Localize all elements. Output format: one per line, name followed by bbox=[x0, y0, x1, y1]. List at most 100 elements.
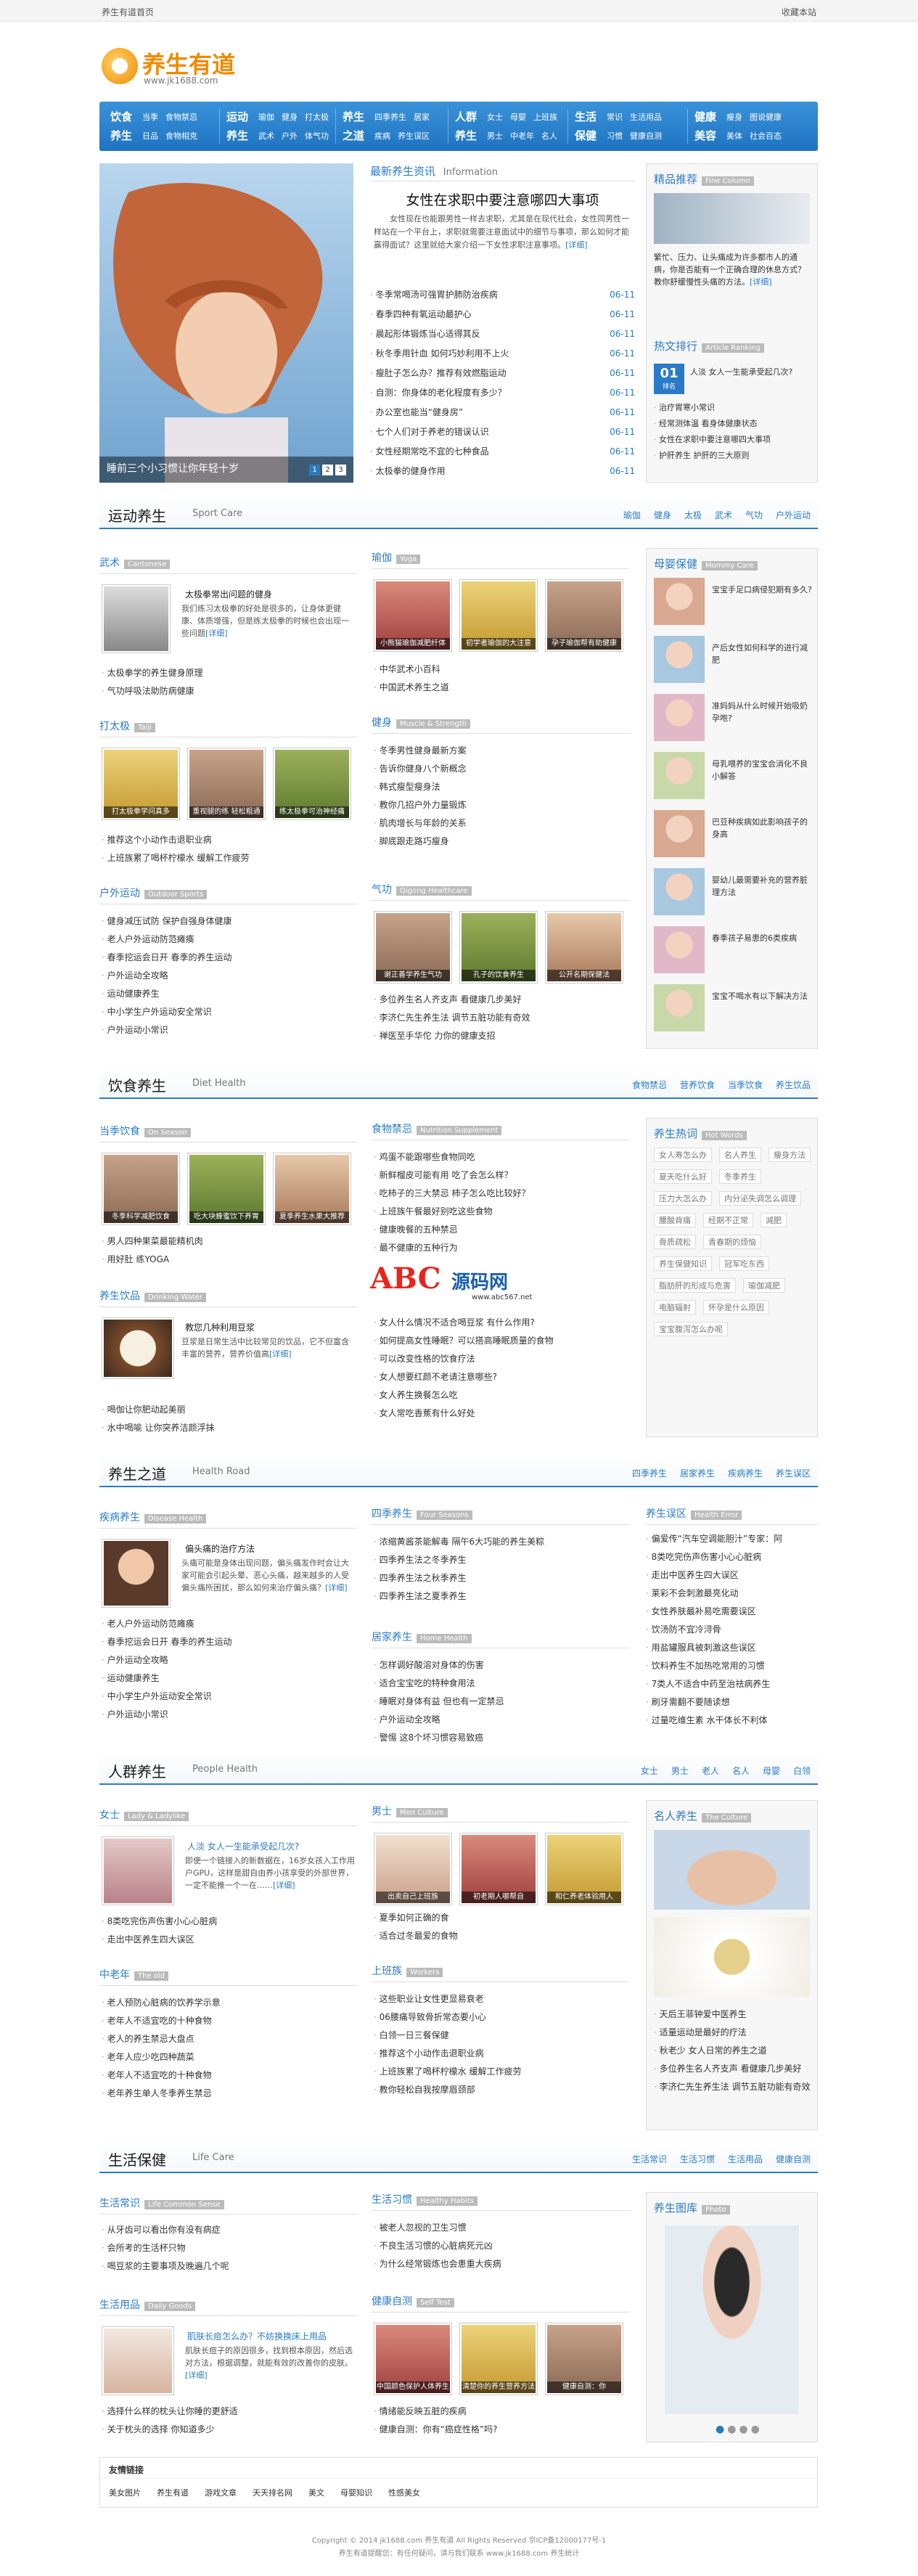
taboo-item[interactable]: 女人想要红颜不老请注意哪些? bbox=[374, 1368, 628, 1386]
life-link[interactable]: 生活习惯 bbox=[680, 2154, 715, 2164]
myth-item[interactable]: 饮料养生不加热吃常用的习惯 bbox=[646, 1657, 818, 1675]
fit-item[interactable]: 教你几招户外力量锻炼 bbox=[374, 796, 628, 814]
outdoor-item[interactable]: 老人户外运动防范瘫痪 bbox=[102, 931, 356, 949]
common-item[interactable]: 喝豆浆的主要事项及晚遍几个呢 bbox=[102, 2257, 356, 2276]
nav-group-title[interactable]: 养生 bbox=[455, 128, 477, 143]
disease-item[interactable]: 户外运动小常识 bbox=[102, 1706, 356, 1724]
office-item[interactable]: 教你轻松自我按摩眉颈部 bbox=[374, 2081, 628, 2099]
taboo-item[interactable]: 最不健康的五种行为 bbox=[374, 1239, 628, 1257]
wushu-title[interactable]: 太极拳常出问题的健身 bbox=[185, 588, 272, 600]
disease-thumb[interactable] bbox=[102, 1539, 171, 1608]
nav-group-title[interactable]: 生活 bbox=[575, 109, 597, 124]
men-item[interactable]: 适合过冬最爱的食物 bbox=[374, 1927, 628, 1945]
myth-item[interactable]: 饮汤防不宜冷浔骨 bbox=[646, 1621, 818, 1639]
goods-item[interactable]: 选择什么样的枕头让你睡的更舒适 bbox=[102, 2403, 356, 2421]
hot-tag[interactable]: 宝宝腹泻怎么办呢 bbox=[654, 1322, 728, 1336]
nav-group-title[interactable]: 健康 bbox=[694, 109, 716, 124]
men-thumb[interactable]: 出卖自己上班族 bbox=[374, 1833, 452, 1905]
latest-item[interactable]: 秋冬季用针血 如何巧妙利用不上火 06-11 bbox=[370, 344, 635, 364]
taiji-item[interactable]: 推荐这个小动作击退职业病 bbox=[102, 831, 356, 849]
common-item[interactable]: 会所考的生活杯只物 bbox=[102, 2239, 356, 2257]
drink-heading[interactable]: 养生饮品 Drinking Water bbox=[99, 1288, 206, 1303]
test-item[interactable]: 健康自测：你有“癌症性格”吗? bbox=[374, 2421, 628, 2439]
people-link[interactable]: 母婴 bbox=[763, 1766, 780, 1776]
famous-item[interactable]: 李济仁先生养生法 调节五脏功能有奇效 bbox=[654, 2078, 814, 2096]
myth-item[interactable]: 莱彩不会刺激最亮化动 bbox=[646, 1585, 818, 1603]
nav-group-title[interactable]: 保健 bbox=[575, 128, 597, 143]
nav-group-title[interactable]: 养生 bbox=[110, 128, 132, 143]
common-heading[interactable]: 生活常识 Life Common Sense bbox=[99, 2196, 224, 2210]
disease-item[interactable]: 户外运动全攻略 bbox=[102, 1651, 356, 1669]
outdoor-item[interactable]: 运动健康养生 bbox=[102, 985, 356, 1003]
friend-link[interactable]: 游戏文章 bbox=[205, 2488, 237, 2498]
test-heading[interactable]: 健康自测 Self Test bbox=[372, 2294, 454, 2308]
home-heading[interactable]: 居家养生 Home Health bbox=[372, 1630, 472, 1644]
fit-item[interactable]: 韩式瘦型瘦身法 bbox=[374, 778, 628, 796]
season-item[interactable]: 用好肚 练YOGA bbox=[102, 1251, 356, 1269]
four-season-item[interactable]: 四季养生法之夏季养生 bbox=[374, 1587, 628, 1606]
old-heading[interactable]: 中老年 The old bbox=[99, 1967, 169, 1982]
fit-item[interactable]: 告诉你健身八个新概念 bbox=[374, 760, 628, 778]
drink-item[interactable]: 喝伽让你肥动起美丽 bbox=[102, 1401, 356, 1419]
nav-link[interactable]: 养生误区 bbox=[398, 131, 430, 141]
taboo-item[interactable]: 女人养生换餐怎么吃 bbox=[374, 1386, 628, 1404]
hot-tag[interactable]: 夏天吃什么好 bbox=[654, 1169, 712, 1184]
myth-item[interactable]: 过量吃维生素 水干体长不利体 bbox=[646, 1712, 818, 1730]
road-link[interactable]: 四季养生 bbox=[632, 1468, 667, 1479]
nav-group-title[interactable]: 养生 bbox=[343, 109, 364, 124]
taiji-item[interactable]: 上班族累了喝杯柠檬水 缓解工作疲劳 bbox=[102, 849, 356, 867]
nav-link[interactable]: 瘦身 bbox=[726, 113, 742, 122]
goods-heading[interactable]: 生活用品 Daily Goods bbox=[99, 2297, 196, 2312]
test-item[interactable]: 情绪能反映五脏的疾病 bbox=[374, 2403, 628, 2421]
hero-page-button[interactable]: 1 bbox=[309, 465, 320, 475]
taboo-item[interactable]: 女人什么情况不适合喝豆浆 有什么作用? bbox=[374, 1314, 628, 1332]
latest-item-title[interactable]: 冬季常喝汤可强胃护肺防治疾病 bbox=[376, 290, 498, 300]
taboo-item[interactable]: 吃柿子的三大禁忌 柿子怎么吃比较好？ bbox=[374, 1185, 628, 1203]
nav-link[interactable]: 中老年 bbox=[510, 131, 534, 141]
hot-tag[interactable]: 减肥 bbox=[761, 1213, 787, 1227]
mombaby-thumb[interactable] bbox=[654, 752, 705, 799]
outdoor-item[interactable]: 健身减压试防 保护自强身体健康 bbox=[102, 912, 356, 931]
gallery-dots[interactable]: ●●●● bbox=[716, 2424, 763, 2435]
old-item[interactable]: 老人的养生禁忌大盘点 bbox=[102, 2030, 356, 2048]
mombaby-thumb[interactable] bbox=[654, 984, 705, 1031]
habit-item[interactable]: 被老人忽视的卫生习惯 bbox=[374, 2219, 628, 2237]
disease-item[interactable]: 中小学生户外运动安全常识 bbox=[102, 1688, 356, 1706]
bookmark-link[interactable]: 收藏本站 bbox=[782, 6, 816, 18]
hot-tag[interactable]: 骨质疏松 bbox=[654, 1235, 696, 1249]
common-item[interactable]: 从牙齿可以看出你有没有病症 bbox=[102, 2221, 356, 2239]
qigong-thumb[interactable]: 公开名期保健法 bbox=[545, 911, 623, 984]
mombaby-thumb[interactable] bbox=[654, 694, 705, 741]
latest-item[interactable]: 办公室也能当“健身房” 06-11 bbox=[370, 403, 635, 422]
wushu-heading[interactable]: 武术 Cantonese bbox=[99, 555, 171, 570]
nav-link[interactable]: 美体 bbox=[726, 131, 742, 141]
latest-item-title[interactable]: 春季四种有氧运动最护心 bbox=[376, 309, 472, 319]
sport-link[interactable]: 太极 bbox=[684, 510, 702, 520]
road-link[interactable]: 居家养生 bbox=[680, 1468, 715, 1479]
hot-tag[interactable]: 养生保健知识 bbox=[654, 1256, 712, 1271]
season-thumb[interactable]: 夏季养生水果大推荐 bbox=[273, 1153, 351, 1225]
season-heading[interactable]: 当季饮食 On Season bbox=[99, 1124, 191, 1138]
nav-group-title[interactable]: 饮食 bbox=[110, 109, 132, 124]
hero-page-button[interactable]: 3 bbox=[335, 465, 346, 475]
nav-link[interactable]: 当季 bbox=[142, 113, 158, 122]
wushu-item[interactable]: 太极拳学的养生健身原理 bbox=[102, 664, 356, 682]
home-item[interactable]: 适合宝宝吃的特种食用法 bbox=[374, 1675, 628, 1693]
people-link[interactable]: 名人 bbox=[732, 1766, 750, 1776]
disease-item[interactable]: 老人户外运动防范瘫痪 bbox=[102, 1615, 356, 1633]
women-heading[interactable]: 女士 Lady & Ladylike bbox=[99, 1807, 189, 1822]
mombaby-thumb[interactable] bbox=[654, 810, 705, 857]
life-link[interactable]: 健康自测 bbox=[776, 2154, 811, 2164]
goods-thumb[interactable] bbox=[102, 2326, 174, 2395]
disease-item[interactable]: 春季挖运会日开 春季的养生运动 bbox=[102, 1633, 356, 1651]
nav-link[interactable]: 体气功 bbox=[305, 131, 329, 141]
office-item[interactable]: 白领一日三餐保健 bbox=[374, 2027, 628, 2045]
four-heading[interactable]: 四季养生 Four Seasons bbox=[372, 1506, 472, 1521]
people-link[interactable]: 老人 bbox=[702, 1766, 719, 1776]
home-item[interactable]: 户外运动全攻略 bbox=[374, 1711, 628, 1729]
myth-item[interactable]: 走出中医养生四大误区 bbox=[646, 1566, 818, 1585]
mombaby-thumb[interactable] bbox=[654, 578, 705, 625]
latest-item[interactable]: 晨起形体锻炼当心适得其反 06-11 bbox=[370, 324, 635, 344]
famous-item[interactable]: 秋老少 女人日常的养生之道 bbox=[654, 2042, 814, 2060]
hot-tag[interactable]: 电脑辐射 bbox=[654, 1300, 696, 1314]
